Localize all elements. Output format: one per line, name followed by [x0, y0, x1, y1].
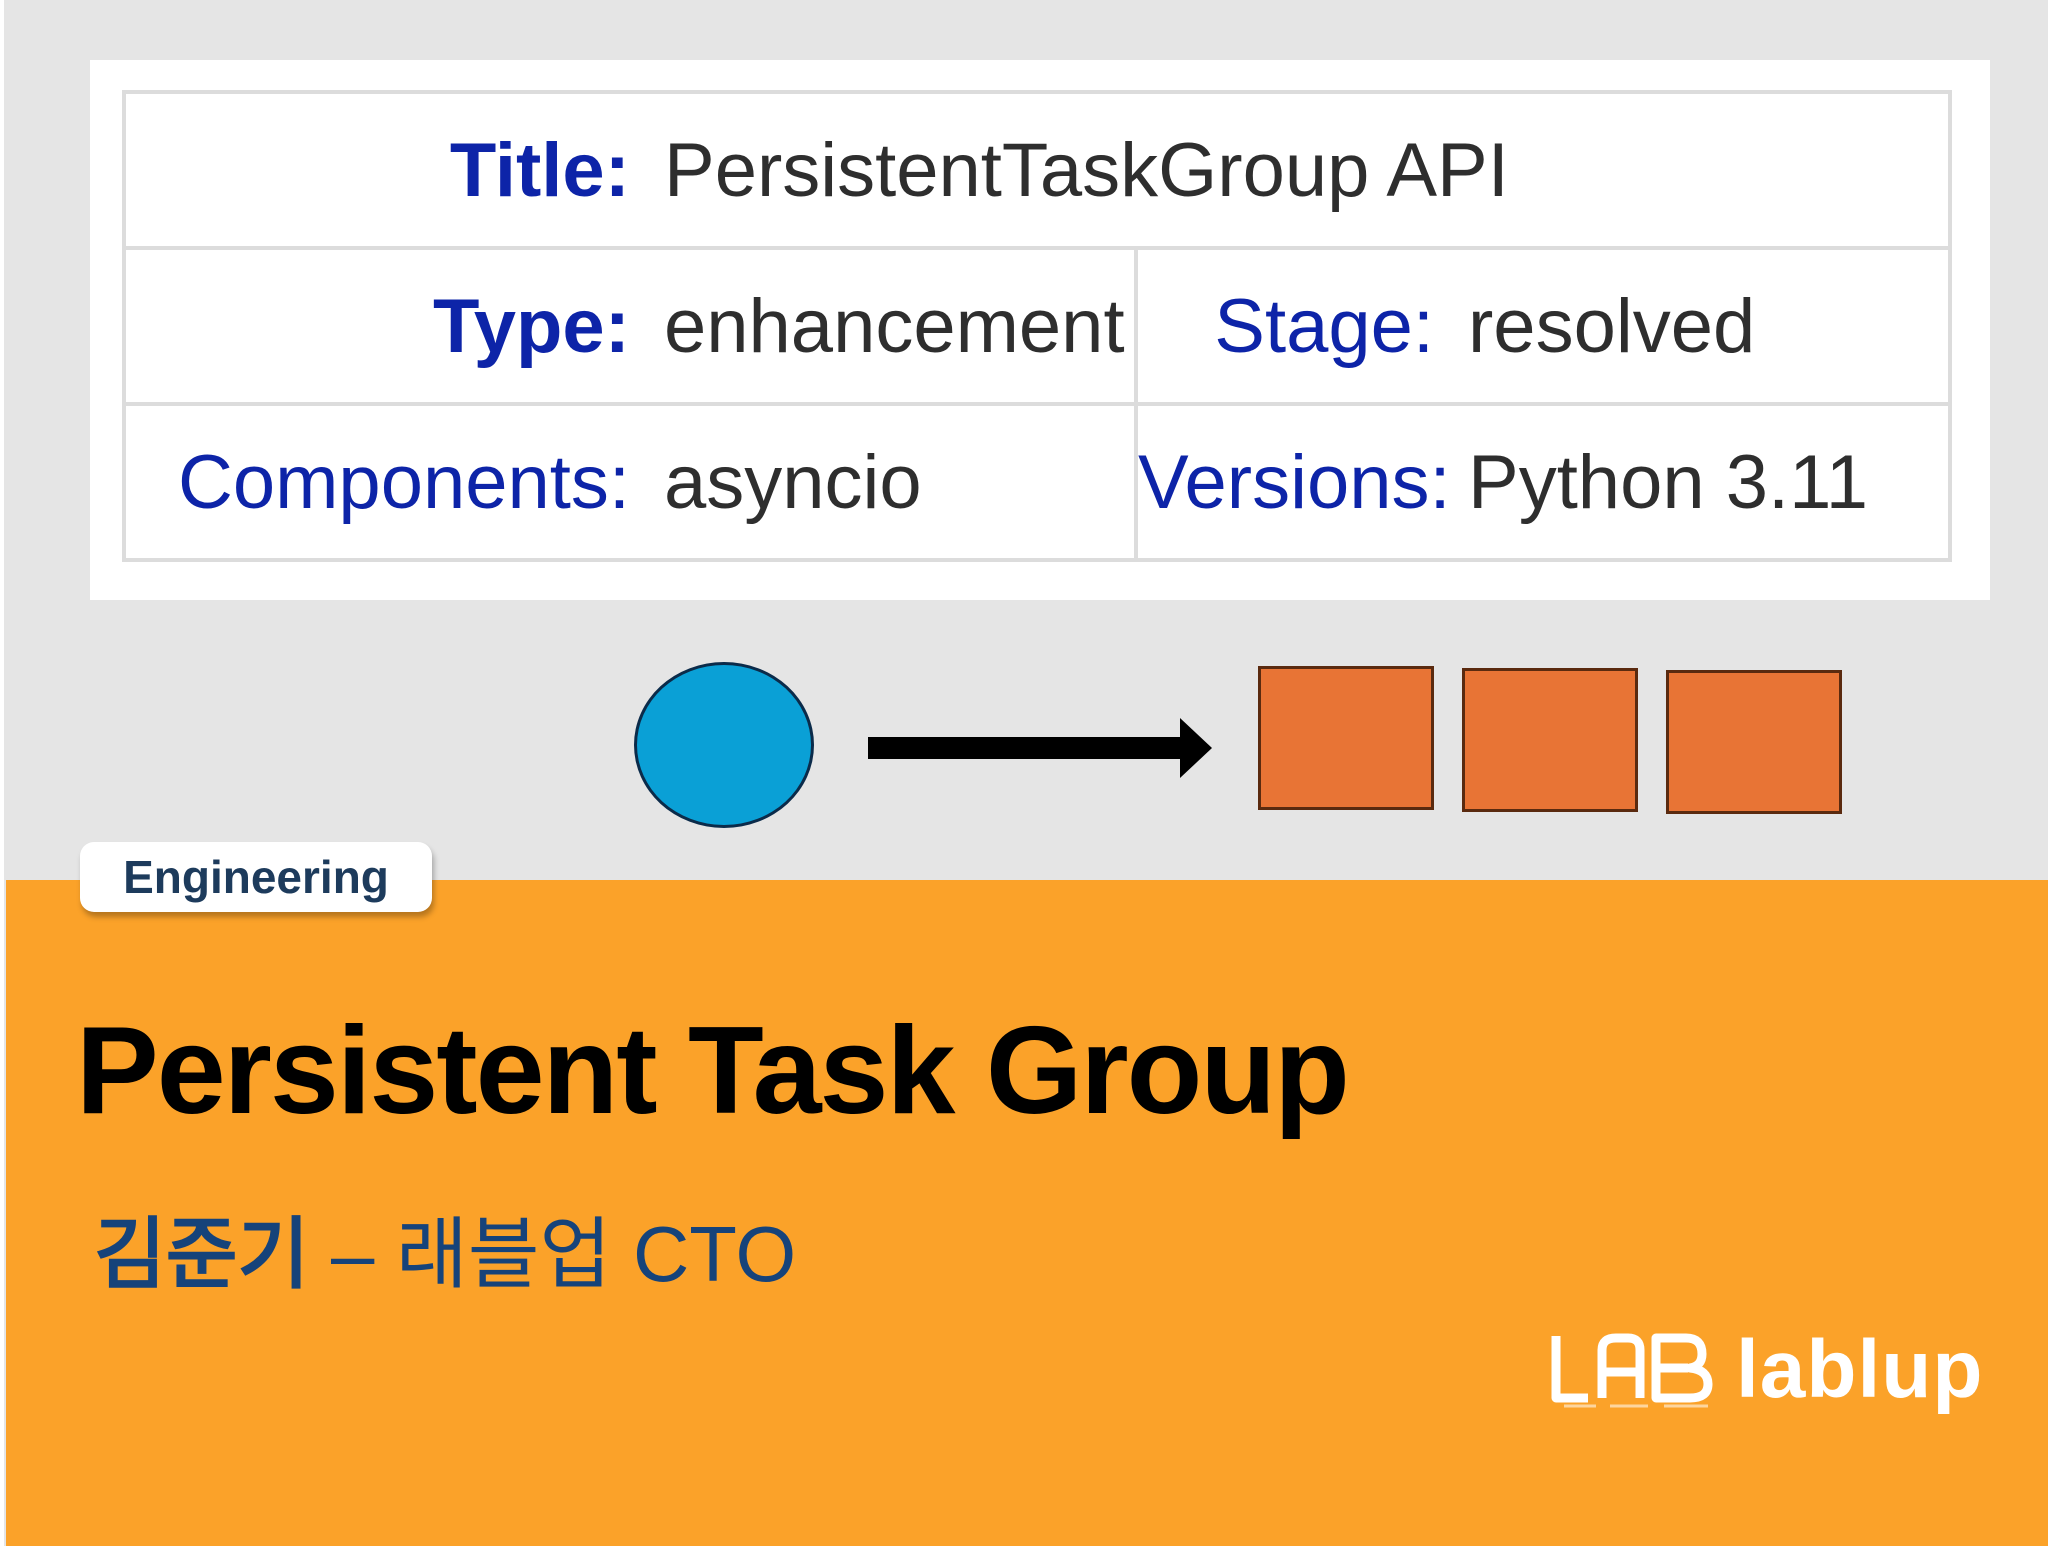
lablup-logo-icon: [1551, 1333, 1713, 1408]
arrow-shaft: [868, 737, 1186, 759]
arrow-head-icon: [1180, 718, 1212, 778]
task-box: [1666, 670, 1842, 814]
components-versions-row: Components: asyncio Versions: Python 3.1…: [122, 402, 1952, 562]
type-value: enhancement: [664, 283, 1125, 369]
lablup-logo: lablup: [1548, 1320, 1983, 1420]
components-value: asyncio: [664, 439, 922, 525]
stage-label: Stage:: [1214, 283, 1434, 369]
author-role: – 래블업 CTO: [330, 1210, 797, 1298]
type-stage-row: Type: enhancement Stage: resolved: [122, 246, 1952, 406]
versions-label: Versions:: [1138, 439, 1451, 525]
title-label: Title:: [449, 127, 630, 213]
task-group-circle: [634, 662, 814, 828]
page-title: Persistent Task Group: [76, 1002, 1350, 1140]
issue-metadata-table: Title: PersistentTaskGroup API Type: enh…: [122, 90, 1952, 562]
task-group-diagram: [0, 600, 2048, 880]
category-tag: Engineering: [80, 842, 432, 912]
issue-metadata-card: Title: PersistentTaskGroup API Type: enh…: [90, 60, 1990, 600]
task-box: [1258, 666, 1434, 810]
stage-value: resolved: [1468, 283, 1756, 369]
versions-value: Python 3.11: [1468, 439, 1869, 525]
author-line: 김준기 – 래블업 CTO: [94, 1192, 796, 1304]
task-box: [1462, 668, 1638, 812]
logo-text: lablup: [1736, 1324, 1984, 1415]
type-label: Type:: [432, 283, 630, 369]
author-name: 김준기: [94, 1210, 310, 1298]
title-value: PersistentTaskGroup API: [664, 127, 1509, 213]
components-label: Components:: [177, 439, 630, 525]
title-row: Title: PersistentTaskGroup API: [122, 90, 1952, 250]
